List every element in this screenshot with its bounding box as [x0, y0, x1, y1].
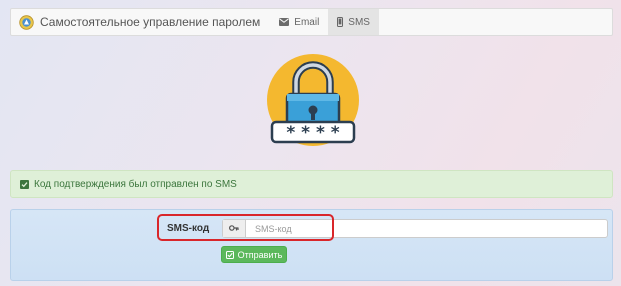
- submit-label: Отправить: [237, 249, 283, 260]
- mobile-phone-icon: [337, 17, 344, 27]
- tab-email[interactable]: Email: [270, 9, 328, 35]
- padlock-icon: * * * *: [267, 54, 359, 146]
- envelope-icon: [279, 18, 290, 26]
- sms-code-input[interactable]: [246, 220, 607, 237]
- tab-sms[interactable]: SMS: [328, 9, 379, 35]
- brand[interactable]: Самостоятельное управление паролем: [11, 9, 270, 35]
- check-square-icon: [225, 250, 234, 259]
- top-navbar: Самостоятельное управление паролем Email…: [10, 8, 613, 36]
- password-mask: * * * *: [286, 123, 339, 143]
- brand-title: Самостоятельное управление паролем: [40, 15, 261, 29]
- submit-button[interactable]: Отправить: [221, 246, 287, 263]
- alert-message: Код подтверждения был отправлен по SMS: [34, 178, 237, 190]
- padlock-illustration: * * * *: [265, 52, 361, 148]
- tab-email-label: Email: [294, 16, 320, 28]
- emblem-icon: [19, 14, 34, 30]
- success-alert: Код подтверждения был отправлен по SMS: [10, 170, 613, 198]
- key-icon: [223, 220, 246, 237]
- tab-sms-label: SMS: [348, 16, 370, 28]
- sms-code-input-group: [222, 219, 608, 238]
- sms-code-panel: SMS-код Отправить: [10, 209, 613, 281]
- sms-code-label: SMS-код: [167, 223, 210, 234]
- check-square-icon: [20, 179, 29, 189]
